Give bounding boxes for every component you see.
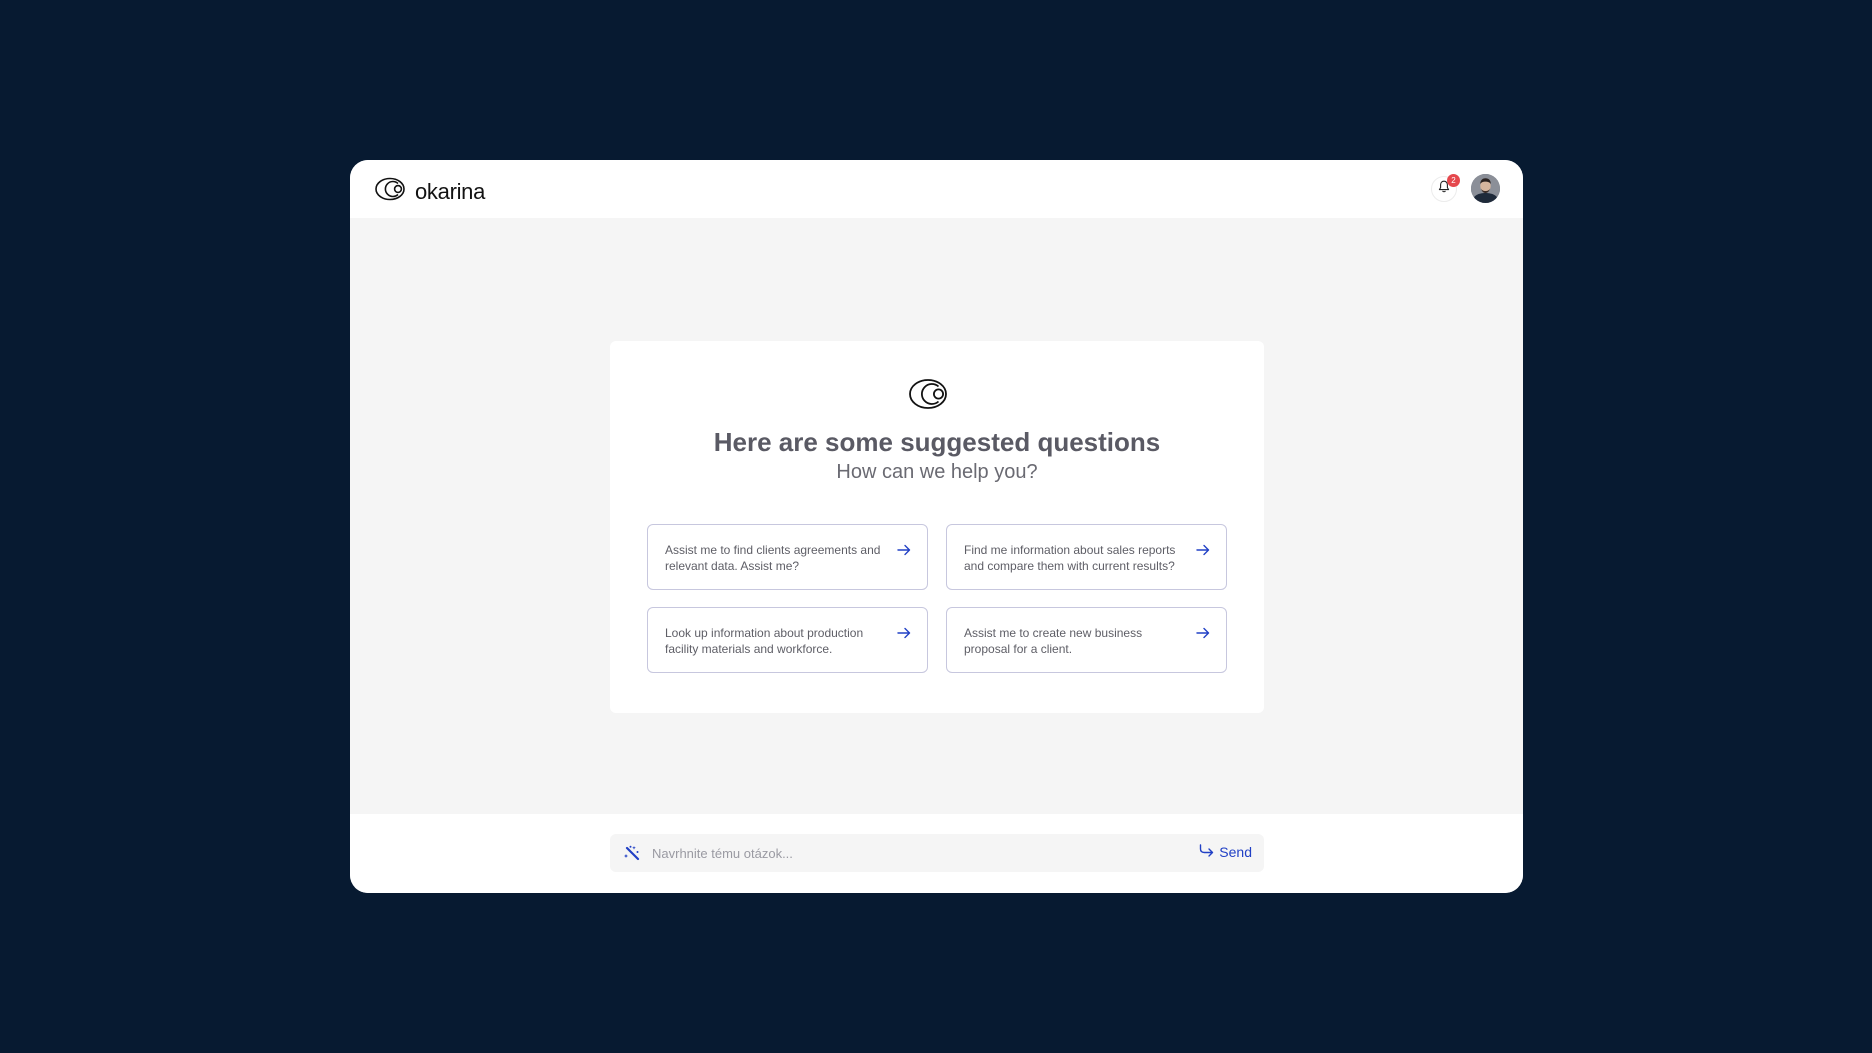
okarina-logo-icon xyxy=(375,177,407,206)
chat-composer: Send xyxy=(610,834,1264,872)
send-label: Send xyxy=(1219,844,1252,860)
magic-wand-icon[interactable] xyxy=(624,845,640,866)
topic-input[interactable] xyxy=(652,838,1172,868)
question-text: Find me information about sales reports … xyxy=(964,543,1176,573)
user-avatar[interactable] xyxy=(1471,174,1500,203)
question-text: Assist me to create new business proposa… xyxy=(964,626,1143,656)
notification-count-badge: 2 xyxy=(1447,174,1460,187)
okarina-logo-icon xyxy=(909,378,949,415)
arrow-right-icon xyxy=(1196,543,1210,561)
suggested-question-2[interactable]: Find me information about sales reports … xyxy=(946,524,1227,590)
brand-logo[interactable]: okarina xyxy=(375,177,485,206)
suggested-question-4[interactable]: Assist me to create new business proposa… xyxy=(946,607,1227,673)
suggested-questions-card: Here are some suggested questions How ca… xyxy=(610,341,1264,713)
top-header: okarina 2 xyxy=(350,160,1523,218)
composer-footer: Send xyxy=(350,814,1523,893)
suggested-question-3[interactable]: Look up information about production fac… xyxy=(647,607,928,673)
arrow-right-icon xyxy=(897,543,911,561)
arrow-right-icon xyxy=(1196,626,1210,644)
arrow-right-icon xyxy=(897,626,911,644)
brand-name: okarina xyxy=(415,178,486,204)
suggested-question-1[interactable]: Assist me to find clients agreements and… xyxy=(647,524,928,590)
app-window: okarina 2 Here are some suggested questi… xyxy=(350,160,1523,893)
suggestions-subtitle: How can we help you? xyxy=(836,461,1038,483)
send-button[interactable]: Send xyxy=(1199,844,1252,860)
question-text: Look up information about production fac… xyxy=(665,626,864,656)
send-arrow-icon xyxy=(1199,844,1214,860)
question-text: Assist me to find clients agreements and… xyxy=(665,543,881,573)
suggestions-title: Here are some suggested questions xyxy=(713,427,1161,457)
